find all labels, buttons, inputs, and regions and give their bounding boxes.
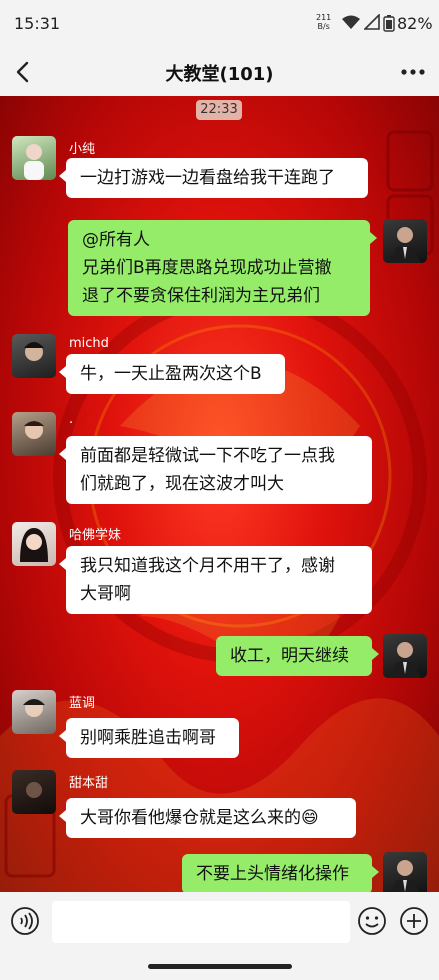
more-options-icon[interactable] <box>397 58 429 86</box>
avatar[interactable] <box>383 852 427 892</box>
status-time: 15:31 <box>14 14 61 33</box>
network-speed: 211 B/s <box>316 13 331 31</box>
message-bubble[interactable]: 一边打游戏一边看盘给我干连跑了 <box>59 158 368 198</box>
avatar[interactable] <box>12 522 56 566</box>
sender-name: 蓝调 <box>69 696 96 711</box>
input-bar <box>0 892 439 980</box>
message-bubble[interactable]: 收工，明天继续 <box>216 636 379 676</box>
message-bubble[interactable]: 我只知道我这个月不用干了，感谢 大哥啊 <box>59 546 372 614</box>
avatar[interactable] <box>12 334 56 378</box>
sender-name: 甜本甜 <box>69 776 109 791</box>
voice-input-icon[interactable] <box>10 906 40 936</box>
signal-icon <box>364 14 380 30</box>
message-timestamp: 22:33 <box>196 100 242 120</box>
plus-icon[interactable] <box>399 906 429 936</box>
message-bubble[interactable]: 别啊乘胜追击啊哥 <box>59 718 239 758</box>
avatar[interactable] <box>12 770 56 814</box>
message-bubble[interactable]: 大哥你看他爆仓就是这么来的😄 <box>59 798 356 838</box>
message-input[interactable] <box>52 901 350 943</box>
emoji-icon[interactable] <box>357 906 387 936</box>
avatar[interactable] <box>12 136 56 180</box>
avatar[interactable] <box>383 634 427 678</box>
wifi-icon <box>342 15 360 29</box>
home-indicator <box>148 964 292 969</box>
chat-area[interactable]: 22:33 小纯 一边打游戏一边看盘给我干连跑了 @所有人 兄弟们B再度思路兑现… <box>0 96 439 892</box>
avatar[interactable] <box>383 219 427 263</box>
chat-header: 大教堂(101) <box>0 46 439 96</box>
sender-name: 小纯 <box>69 142 96 157</box>
status-bar: 15:31 211 B/s 82% <box>0 0 439 46</box>
avatar[interactable] <box>12 690 56 734</box>
message-bubble[interactable]: 牛，一天止盈两次这个B <box>59 354 285 394</box>
network-speed-unit: B/s <box>317 22 330 31</box>
message-bubble[interactable]: 前面都是轻微试一下不吃了一点我 们就跑了，现在这波才叫大 <box>59 436 372 504</box>
avatar[interactable] <box>12 412 56 456</box>
battery-level: 82% <box>397 14 433 33</box>
network-speed-value: 211 <box>316 13 332 22</box>
battery-icon <box>383 15 395 32</box>
message-bubble[interactable]: @所有人 兄弟们B再度思路兑现成功止营撤 退了不要贪保住利润为主兄弟们 <box>68 220 377 316</box>
message-bubble[interactable]: 不要上头情绪化操作 <box>182 854 379 892</box>
sender-name: 哈佛学妹 <box>69 528 122 543</box>
sender-name: . <box>69 412 74 427</box>
sender-name: michd <box>69 336 109 351</box>
chat-title: 大教堂(101) <box>165 64 274 85</box>
